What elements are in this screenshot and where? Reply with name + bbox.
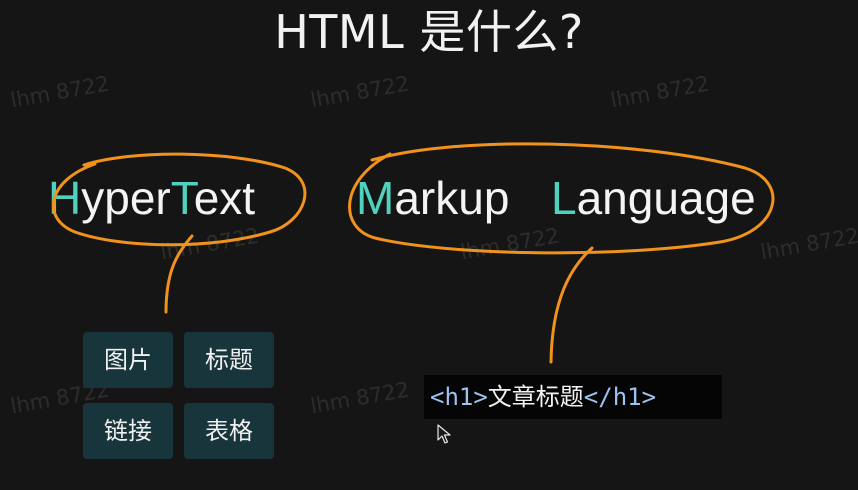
- term-initial: M: [356, 172, 395, 224]
- term-initial: L: [551, 172, 577, 224]
- example-link-button[interactable]: 链接: [83, 403, 173, 459]
- watermark: lhm 8722: [158, 223, 262, 265]
- code-example: <h1>文章标题</h1>: [424, 375, 722, 419]
- watermark: lhm 8722: [308, 377, 412, 419]
- line-markup-language: [549, 246, 594, 364]
- term-rest: anguage: [576, 172, 756, 224]
- term-hypertext: HyperText: [48, 168, 255, 228]
- code-close-tag: </h1>: [583, 383, 657, 411]
- watermark: lhm 8722: [608, 71, 712, 113]
- example-heading-button[interactable]: 标题: [184, 332, 274, 388]
- slide-title: HTML 是什么?: [274, 5, 584, 59]
- watermark: lhm 8722: [8, 71, 112, 113]
- example-image-button[interactable]: 图片: [83, 332, 173, 388]
- term-markup: Markup: [356, 168, 509, 228]
- watermark: lhm 8722: [458, 223, 562, 265]
- watermark: lhm 8722: [758, 223, 858, 265]
- term-rest: ext: [193, 172, 256, 224]
- slide: lhm 8722 lhm 8722 lhm 8722 lhm 8722 lhm …: [0, 0, 858, 490]
- example-table-button[interactable]: 表格: [184, 403, 274, 459]
- term-initial: T: [170, 172, 194, 224]
- term-rest: yper: [81, 172, 171, 224]
- watermark: lhm 8722: [308, 71, 412, 113]
- term-initial: H: [48, 172, 82, 224]
- term-language: Language: [551, 168, 756, 228]
- mouse-cursor-icon: [437, 424, 451, 444]
- code-content: 文章标题: [487, 383, 584, 411]
- code-open-tag: <h1>: [430, 383, 488, 411]
- term-rest: arkup: [394, 172, 510, 224]
